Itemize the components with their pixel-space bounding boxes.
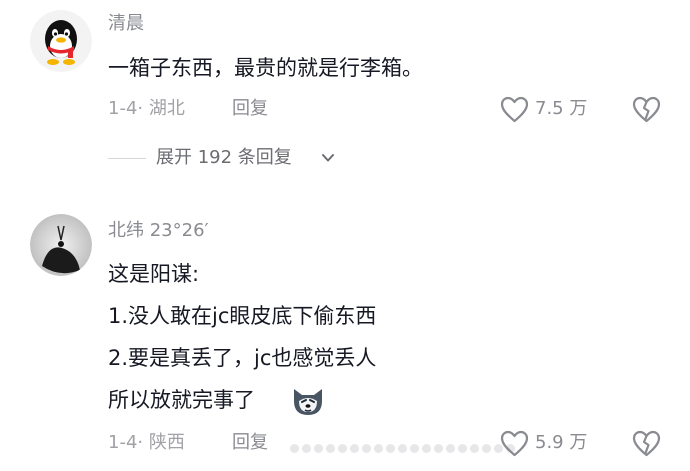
comment-text: 一箱子东西，最贵的就是行李箱。 xyxy=(108,56,423,80)
comment-username[interactable]: 清晨 xyxy=(108,12,144,36)
expand-divider-line xyxy=(108,158,146,159)
like-count: 5.9 万 xyxy=(535,432,588,453)
user-avatar-qq-penguin[interactable] xyxy=(30,10,92,72)
user-avatar[interactable] xyxy=(30,214,92,276)
broken-heart-icon[interactable] xyxy=(632,430,661,457)
reply-button[interactable]: 回复 xyxy=(232,97,268,121)
chevron-down-icon[interactable] xyxy=(320,151,336,165)
like-count: 7.5 万 xyxy=(535,98,588,119)
heart-outline-icon[interactable] xyxy=(500,96,529,123)
comment-meta-date-location: 1-4· 湖北 xyxy=(108,98,185,119)
comment-text-line: 这是阳谋: xyxy=(108,262,200,286)
husky-emoji-icon xyxy=(290,385,326,417)
comment-username[interactable]: 北纬 23°26′ xyxy=(108,219,209,243)
comment-meta-date-location: 1-4· 陕西 xyxy=(108,432,185,453)
broken-heart-icon[interactable] xyxy=(632,96,661,123)
comment-text-line: 所以放就完事了 xyxy=(108,388,255,412)
comment-text-line: 1.没人敢在jc眼皮底下偷东西 xyxy=(108,304,377,328)
comment-text-line: 2.要是真丢了，jc也感觉丢人 xyxy=(108,346,377,370)
expand-replies-button[interactable]: 展开 192 条回复 xyxy=(156,146,292,170)
collapsed-replies-placeholder xyxy=(290,438,518,453)
heart-outline-icon[interactable] xyxy=(500,430,529,457)
reply-button[interactable]: 回复 xyxy=(232,431,268,455)
